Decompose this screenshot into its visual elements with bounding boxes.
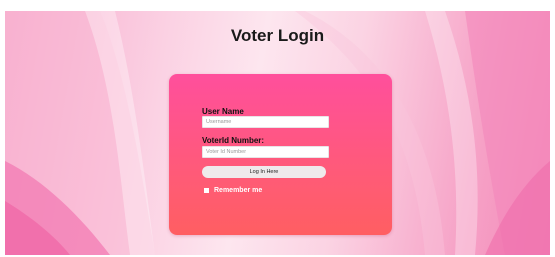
voterid-label: VoterId Number: xyxy=(202,136,265,145)
login-page: Voter Login User Name VoterId Number: Lo… xyxy=(0,0,555,257)
remember-me-row: Remember me xyxy=(204,186,262,195)
voterid-input[interactable] xyxy=(202,146,329,158)
username-input[interactable] xyxy=(202,116,329,128)
remember-me-checkbox[interactable] xyxy=(204,188,209,193)
username-label: User Name xyxy=(202,107,244,116)
login-card: User Name VoterId Number: Log In Here Re… xyxy=(169,74,392,235)
page-title: Voter Login xyxy=(230,26,325,45)
remember-me-label: Remember me xyxy=(214,187,263,194)
login-button[interactable]: Log In Here xyxy=(202,166,326,178)
